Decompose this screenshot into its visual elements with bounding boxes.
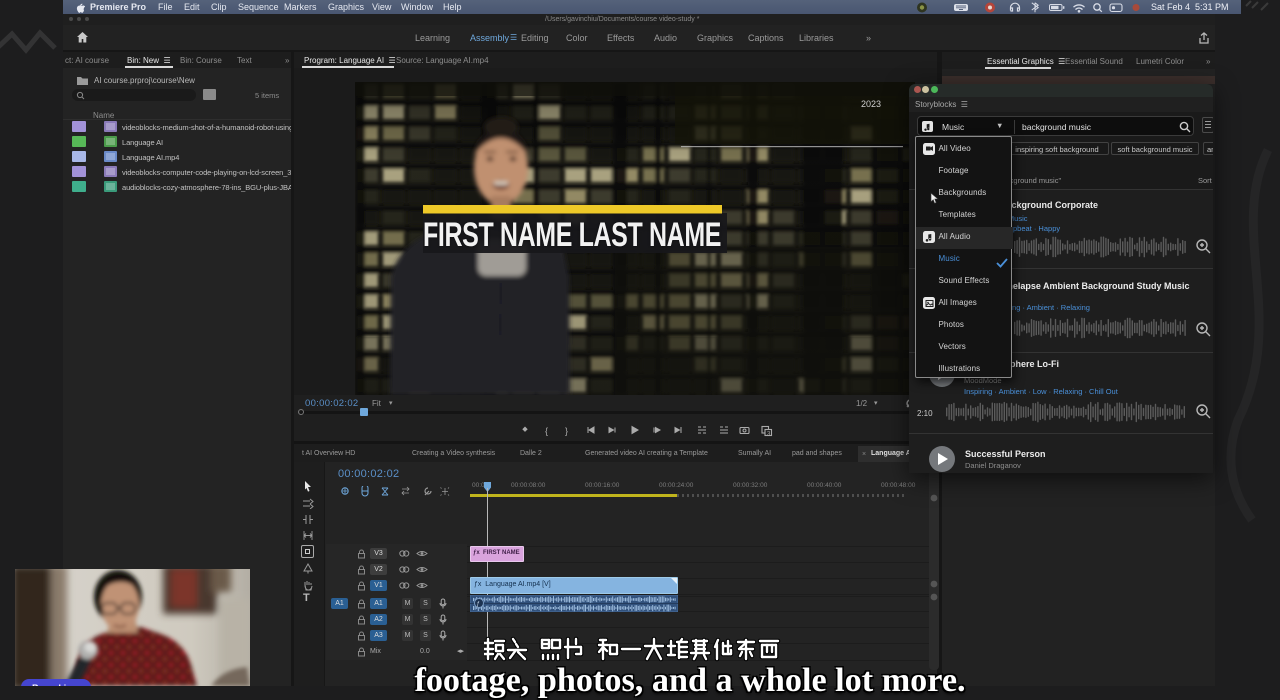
svg-text:}: } [565, 426, 568, 436]
svg-text:{: { [545, 426, 548, 436]
svg-text:ƒ: ƒ [477, 602, 480, 608]
svg-text:2023: 2023 [861, 99, 881, 109]
